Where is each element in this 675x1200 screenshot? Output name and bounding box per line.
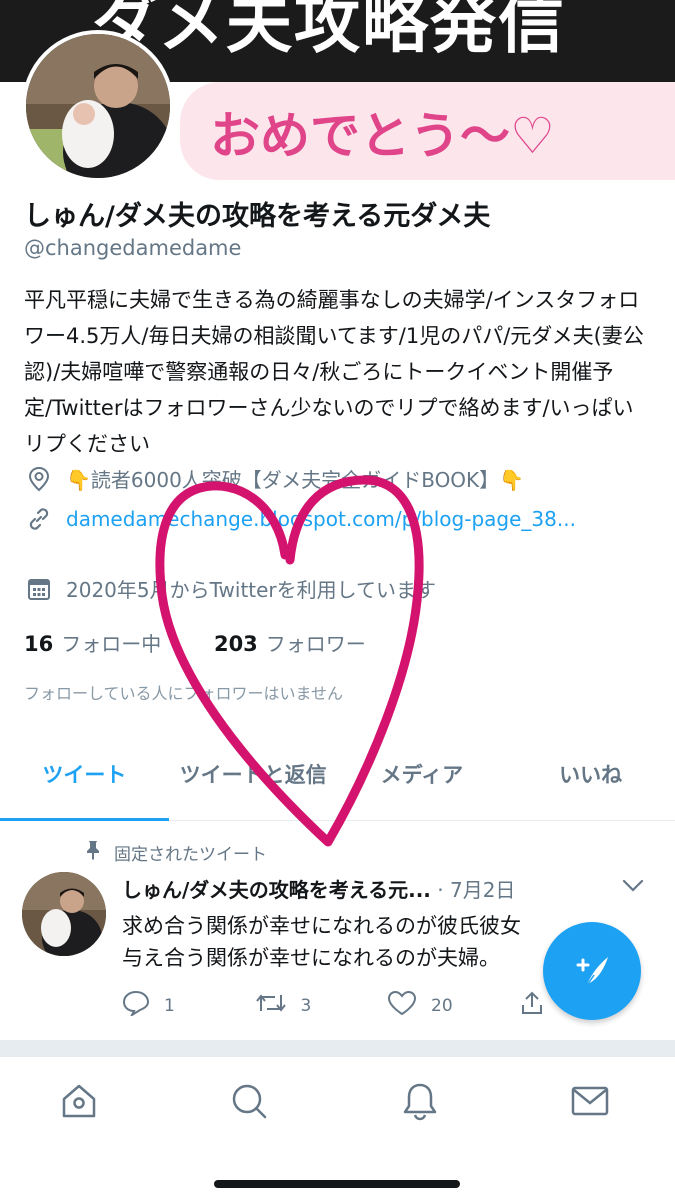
follow-stats: 16 フォロー中 203 フォロワー xyxy=(24,628,366,657)
display-name: しゅん/ダメ夫の攻略を考える元ダメ夫 xyxy=(24,201,491,232)
link-url[interactable]: damedamechange.blogspot.com/p/blog-page_… xyxy=(66,504,626,534)
like-action[interactable]: 20 xyxy=(387,990,520,1021)
tweet-line-1: 求め合う関係が幸せになれるのが彼氏彼女 xyxy=(122,914,521,938)
retweet-icon xyxy=(255,991,287,1020)
tweet-header: しゅん/ダメ夫の攻略を考える元... · 7月2日 xyxy=(122,874,515,903)
profile-tabs: ツイート ツイートと返信 メディア いいね xyxy=(0,745,675,821)
tweet-avatar[interactable] xyxy=(22,872,106,956)
tweet-avatar-photo xyxy=(22,872,106,956)
home-indicator xyxy=(214,1180,460,1188)
reply-icon xyxy=(122,990,150,1021)
joined-text: 2020年5月からTwitterを利用しています xyxy=(66,578,437,602)
profile-avatar[interactable] xyxy=(22,30,174,182)
tab-media[interactable]: メディア xyxy=(338,745,507,820)
profile-link[interactable]: damedamechange.blogspot.com/p/blog-page_… xyxy=(24,504,626,534)
retweet-action[interactable]: 3 xyxy=(255,990,388,1021)
followers-label: フォロワー xyxy=(265,632,366,656)
followers-count: 203 xyxy=(213,632,258,656)
share-icon xyxy=(520,990,544,1021)
bottom-nav xyxy=(0,1056,675,1200)
chevron-down-icon[interactable] xyxy=(622,878,644,897)
not-followed-note: フォローしている人にフォロワーはいません xyxy=(24,684,344,703)
link-icon xyxy=(24,504,54,534)
compose-feather-icon xyxy=(576,957,608,988)
nav-notifications[interactable] xyxy=(398,1079,442,1123)
tweet-line-2: 与え合う関係が幸せになれるのが夫婦。 xyxy=(122,946,500,970)
heart-icon xyxy=(387,990,417,1021)
home-icon xyxy=(62,1084,96,1118)
tab-tweets[interactable]: ツイート xyxy=(0,745,169,821)
nav-home[interactable] xyxy=(57,1079,101,1123)
compose-tweet-button[interactable] xyxy=(543,922,641,1020)
congrats-text: おめでとう〜♡ xyxy=(210,107,555,165)
calendar-icon xyxy=(24,574,54,604)
following-label: フォロー中 xyxy=(61,632,162,656)
banner-title: ダメ夫攻略発信 xyxy=(92,0,567,62)
followers-link[interactable]: 203 フォロワー xyxy=(214,632,366,656)
following-count: 16 xyxy=(24,632,54,656)
profile-location: 👇読者6000人突破【ダメ夫完全ガイドBOOK】👇 xyxy=(24,464,524,494)
location-pin-icon xyxy=(24,464,54,494)
search-icon xyxy=(232,1084,267,1119)
pinned-label: 固定されたツイート xyxy=(114,845,267,865)
tweet-text: 求め合う関係が幸せになれるのが彼氏彼女 与え合う関係が幸せになれるのが夫婦。 xyxy=(122,910,562,974)
tweet-date: · 7月2日 xyxy=(437,878,516,902)
section-divider xyxy=(0,1040,675,1056)
avatar-photo xyxy=(26,34,170,178)
nav-messages[interactable] xyxy=(568,1079,612,1123)
reply-action[interactable]: 1 xyxy=(122,990,255,1021)
following-link[interactable]: 16 フォロー中 xyxy=(24,632,161,656)
profile-joined: 2020年5月からTwitterを利用しています xyxy=(24,574,436,604)
tab-likes[interactable]: いいね xyxy=(506,745,675,820)
user-handle: @changedamedame xyxy=(24,236,242,260)
profile-bio: 平凡平穏に夫婦で生きる為の綺麗事なしの夫婦学/インスタフォロワー4.5万人/毎日… xyxy=(24,288,644,456)
pin-icon xyxy=(84,840,102,865)
pinned-indicator: 固定されたツイート xyxy=(84,840,267,865)
tweet-author[interactable]: しゅん/ダメ夫の攻略を考える元... xyxy=(122,878,431,902)
like-count: 20 xyxy=(431,995,453,1016)
nav-search[interactable] xyxy=(227,1079,271,1123)
retweet-count: 3 xyxy=(300,995,312,1016)
bell-icon xyxy=(403,1083,437,1121)
mail-icon xyxy=(571,1086,609,1116)
reply-count: 1 xyxy=(164,995,175,1016)
tab-tweets-replies[interactable]: ツイートと返信 xyxy=(169,745,338,820)
location-text: 👇読者6000人突破【ダメ夫完全ガイドBOOK】👇 xyxy=(66,468,525,492)
